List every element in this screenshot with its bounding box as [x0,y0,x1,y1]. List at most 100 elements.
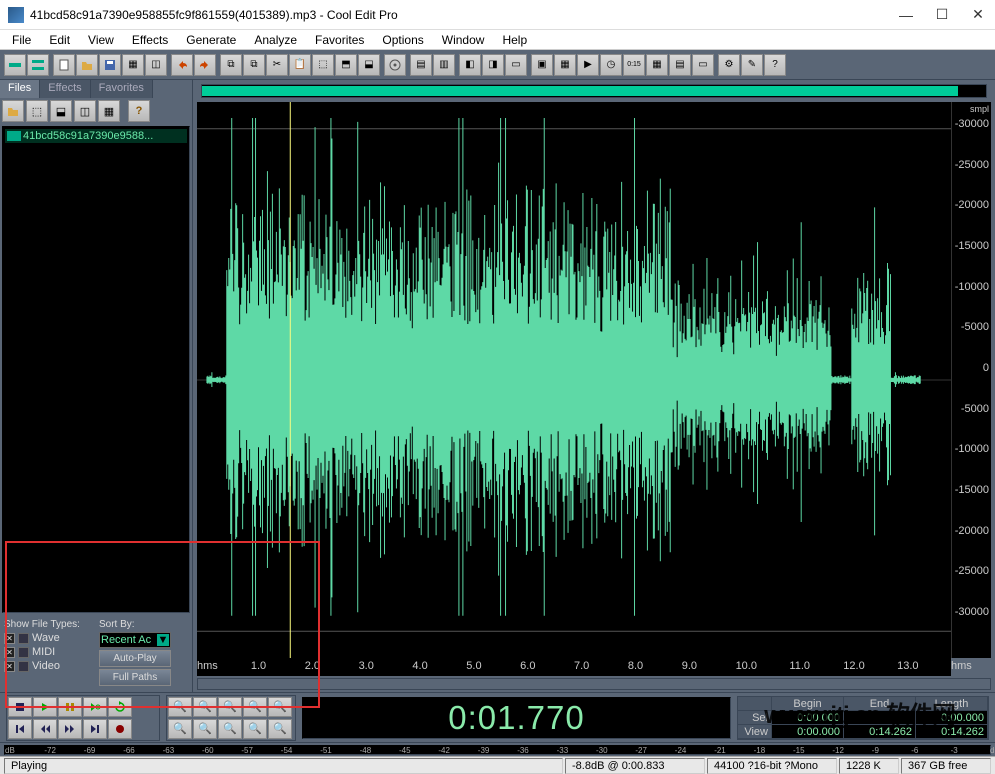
menu-options[interactable]: Options [374,31,431,49]
levels-button[interactable]: ▤ [669,54,691,76]
filetype-wave-checkbox[interactable]: ✕Wave [4,632,93,644]
app-body: ▦ ◫ ⧉ ⧉ ✂ 📋 ⬚ ⬒ ⬓ ▤ ▥ ◧ ◨ ▭ ▣ [0,50,995,756]
zoom-controls-button[interactable]: 0:15 [623,54,645,76]
menu-window[interactable]: Window [434,31,493,49]
menu-file[interactable]: File [4,31,39,49]
menu-generate[interactable]: Generate [178,31,244,49]
mode-multitrack-button[interactable] [27,54,49,76]
file-item[interactable]: 41bcd58c91a7390e9588... [5,129,187,143]
filetype-video-checkbox[interactable]: ✕Video [4,660,93,672]
time-ruler[interactable]: hms1.02.03.04.05.06.07.08.09.010.011.012… [197,658,951,676]
menu-analyze[interactable]: Analyze [246,31,305,49]
play-controls-button[interactable]: ▶ [577,54,599,76]
close-button[interactable]: ✕ [969,6,987,24]
redo-button[interactable] [194,54,216,76]
toggle-cues-button[interactable]: ◨ [482,54,504,76]
scripts-button[interactable]: ✎ [741,54,763,76]
toggle-transport-button[interactable]: ▭ [505,54,527,76]
tab-favorites[interactable]: Favorites [91,80,153,98]
settings-button[interactable]: ⚙ [718,54,740,76]
convert-button[interactable]: ◫ [145,54,167,76]
time-button[interactable]: ◷ [600,54,622,76]
undo-button[interactable] [171,54,193,76]
wave-display[interactable]: smpl -30000-25000-20000-15000-10000-5000… [197,102,991,658]
sort-select[interactable]: Recent Ac▼ [99,632,171,648]
zoom-sel-button[interactable]: 🔍 [243,697,267,717]
menu-edit[interactable]: Edit [41,31,78,49]
maximize-button[interactable]: ☐ [933,6,951,24]
level-meter[interactable]: dB-72-69-66-63-60-57-54-51-48-45-42-39-3… [4,745,991,755]
stop-button[interactable] [8,697,32,717]
view-wave-button[interactable]: ▥ [433,54,455,76]
menu-favorites[interactable]: Favorites [307,31,372,49]
loop-button[interactable] [108,697,132,717]
go-start-button[interactable] [8,719,32,739]
file-close-button[interactable]: ⬚ [26,100,48,122]
new-button[interactable] [53,54,75,76]
mix-paste-button[interactable]: ⬚ [312,54,334,76]
pause-button[interactable] [58,697,82,717]
wave-canvas[interactable] [197,102,951,658]
go-end-button[interactable] [83,719,107,739]
menu-help[interactable]: Help [494,31,535,49]
copy-new-button[interactable]: ⧉ [243,54,265,76]
play-to-end-button[interactable] [83,697,107,717]
mode-edit-button[interactable] [4,54,26,76]
file-open-button[interactable] [2,100,24,122]
menu-effects[interactable]: Effects [124,31,176,49]
batch-button[interactable]: ▦ [122,54,144,76]
show-types-label: Show File Types: [4,619,93,630]
time-tick: 8.0 [628,660,643,672]
toggle-organizer-button[interactable]: ◧ [459,54,481,76]
ruler-button[interactable]: ▦ [554,54,576,76]
save-button[interactable] [99,54,121,76]
help-button[interactable]: ? [764,54,786,76]
tab-effects[interactable]: Effects [40,80,90,98]
play-button[interactable] [33,697,57,717]
zoom-out-h-button[interactable]: 🔍 [193,697,217,717]
zoom-reset-v-button[interactable]: 🔍 [268,719,292,739]
zoom-prev-button[interactable]: 🔍 [193,719,217,739]
view-spectral-button[interactable]: ▤ [410,54,432,76]
amp-tick: -5000 [961,403,989,415]
cut-button[interactable]: ✂ [266,54,288,76]
file-insert-button[interactable]: ⬓ [50,100,72,122]
fullpaths-button[interactable]: Full Paths [99,669,171,686]
paste-button[interactable]: 📋 [289,54,311,76]
rewind-button[interactable] [33,719,57,739]
tab-files[interactable]: Files [0,80,40,98]
dock-button[interactable]: ▣ [531,54,553,76]
filetype-midi-checkbox[interactable]: ✕MIDI [4,646,93,658]
zoom-in-h-button[interactable]: 🔍 [168,697,192,717]
h-scrollbar[interactable] [197,678,991,690]
time-display[interactable]: 0:01.770 [302,697,731,739]
organizer-tabs: Files Effects Favorites [0,80,192,98]
cd-button[interactable] [384,54,406,76]
time-tick: 4.0 [412,660,427,672]
zoom-full-button[interactable]: 🔍 [218,697,242,717]
zoom-in-right-button[interactable]: 🔍 [168,719,192,739]
menu-view[interactable]: View [80,31,122,49]
level-tick: d [990,746,994,755]
status-db: -8.8dB @ 0:00.833 [565,758,705,774]
record-button[interactable] [108,719,132,739]
open-button[interactable] [76,54,98,76]
trim-button[interactable]: ⬒ [335,54,357,76]
copy-button[interactable]: ⧉ [220,54,242,76]
nav-overview[interactable] [201,84,987,98]
minimize-button[interactable]: — [897,6,915,24]
file-options-button[interactable]: ▦ [98,100,120,122]
file-list[interactable]: 41bcd58c91a7390e9588... [2,126,190,613]
sel-controls-button[interactable]: ▦ [646,54,668,76]
zoom-out-v-button[interactable]: 🔍 [243,719,267,739]
autoplay-button[interactable]: Auto-Play [99,650,171,667]
forward-button[interactable] [58,719,82,739]
time-tick: 12.0 [843,660,864,672]
crop-button[interactable]: ⬓ [358,54,380,76]
file-help-button[interactable]: ? [128,100,150,122]
amplitude-scale: smpl -30000-25000-20000-15000-10000-5000… [951,102,991,658]
status-button[interactable]: ▭ [692,54,714,76]
zoom-in-v-button[interactable]: 🔍 [218,719,242,739]
file-edit-button[interactable]: ◫ [74,100,96,122]
zoom-in-left-button[interactable]: 🔍 [268,697,292,717]
